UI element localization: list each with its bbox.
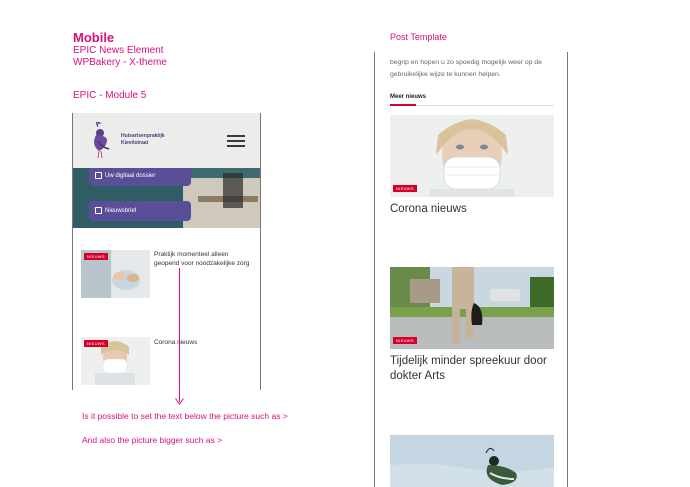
post-news-image[interactable]: NIEUWS (390, 115, 554, 197)
newsletter-icon (95, 207, 102, 214)
lapwing-logo-icon (94, 121, 110, 159)
hero-image: Uw digitaal dossier Nieuwsbrief (73, 168, 260, 228)
label-epic: EPIC News Element (73, 45, 164, 56)
category-badge: NIEUWS (84, 253, 108, 260)
label-post-template: Post Template (390, 32, 447, 42)
annotation-note-2: And also the picture bigger such as > (82, 435, 223, 445)
news-thumbnail[interactable]: NIEUWS (81, 337, 150, 385)
post-news-title[interactable]: Corona nieuws (390, 202, 558, 217)
document-icon (95, 172, 102, 179)
post-news-image[interactable]: NIEUWS (390, 267, 554, 349)
category-badge: NIEUWS (393, 337, 417, 344)
section-heading: Meer nieuws (390, 94, 427, 100)
label-module: EPIC - Module 5 (73, 90, 147, 101)
lapwing-bird-photo (390, 435, 554, 487)
logo-line-1: Huisartsenpraktijk (121, 133, 165, 139)
arrow-down-icon (175, 398, 184, 405)
section-divider-accent (390, 104, 416, 106)
category-badge: NIEUWS (393, 185, 417, 192)
news-item-title[interactable]: Praktijk momenteel alleen geopend voor n… (154, 250, 254, 268)
post-intro-text: begrip en hopen u zo spoedig mogelijk we… (390, 59, 542, 78)
hero-button-newsletter[interactable]: Nieuwsbrief (89, 201, 191, 221)
news-item-title[interactable]: Corona nieuws (154, 338, 254, 347)
hero-button-label: Nieuwsbrief (105, 208, 137, 214)
category-badge: NIEUWS (84, 340, 108, 347)
annotation-arrow-line (179, 268, 180, 402)
hamburger-menu-icon[interactable] (227, 135, 245, 147)
hero-button-dossier[interactable]: Uw digitaal dossier (89, 168, 191, 186)
label-wpbakery: WPBakery - X-theme (73, 57, 167, 68)
post-news-title[interactable]: Tijdelijk minder spreekuur door dokter A… (390, 354, 558, 384)
label-mobile: Mobile (73, 30, 115, 45)
logo-text: Huisartsenpraktijk Kievitstraat (121, 133, 165, 147)
post-news-image[interactable] (390, 435, 554, 487)
hero-button-label: Uw digitaal dossier (105, 173, 156, 179)
annotation-note-1: Is it possible to set the text below the… (82, 411, 288, 421)
site-header: Huisartsenpraktijk Kievitstraat (73, 113, 260, 168)
post-template-preview: begrip en hopen u zo spoedig mogelijk we… (374, 52, 568, 487)
logo-line-2: Kievitstraat (121, 140, 149, 146)
mobile-preview: Huisartsenpraktijk Kievitstraat Uw digit… (72, 113, 261, 390)
news-thumbnail[interactable]: NIEUWS (81, 250, 150, 298)
